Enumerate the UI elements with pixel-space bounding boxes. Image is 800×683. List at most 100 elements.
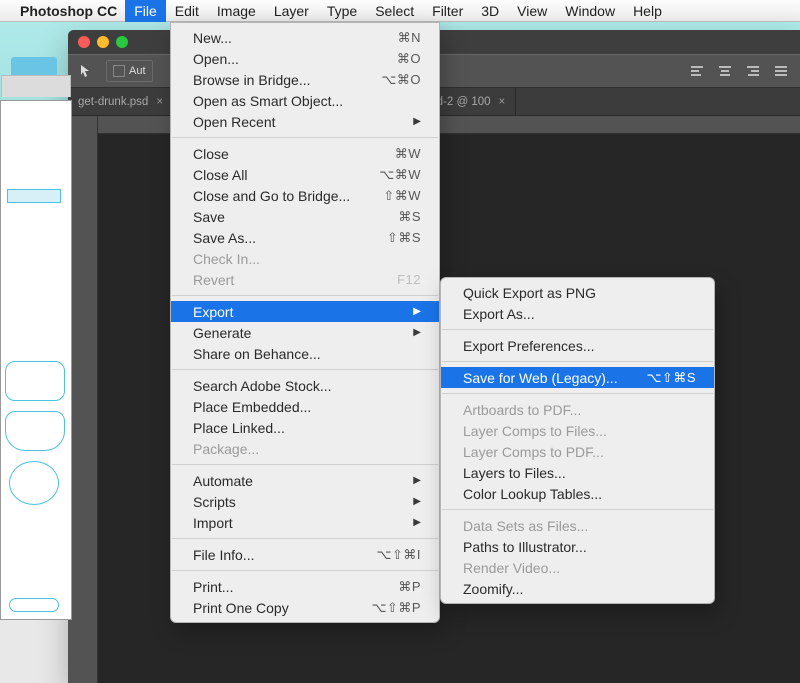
menu-separator — [442, 509, 713, 510]
menu-item-shortcut: ⌥⇧⌘I — [377, 547, 422, 563]
file-menu-item-close[interactable]: Close⌘W — [171, 143, 439, 164]
menu-item-label: Color Lookup Tables... — [463, 486, 602, 502]
file-menu-item-print-one-copy[interactable]: Print One Copy⌥⇧⌘P — [171, 597, 439, 618]
auto-select-checkbox[interactable]: Aut — [106, 60, 153, 82]
menu-item-label: Place Embedded... — [193, 399, 311, 415]
menu-item-shortcut: ⌥⌘W — [379, 167, 421, 183]
file-menu: New...⌘NOpen...⌘OBrowse in Bridge...⌥⌘OO… — [170, 22, 440, 623]
file-menu-item-close-all[interactable]: Close All ⌥⌘W — [171, 164, 439, 185]
document-tab[interactable]: get-drunk.psd × — [68, 88, 174, 116]
menu-item-shortcut: ⌘O — [397, 51, 421, 67]
export-menu-item-export-preferences[interactable]: Export Preferences... — [441, 335, 714, 356]
menu-separator — [172, 369, 438, 370]
menu-item-label: Close and Go to Bridge... — [193, 188, 350, 204]
export-menu-item-layers-to-files[interactable]: Layers to Files... — [441, 462, 714, 483]
file-menu-item-check-in: Check In... — [171, 248, 439, 269]
align-center-icon[interactable] — [716, 62, 734, 80]
vector-shape — [7, 189, 61, 203]
minimize-window-icon[interactable] — [97, 36, 109, 48]
file-menu-item-file-info[interactable]: File Info...⌥⇧⌘I — [171, 544, 439, 565]
menu-item-label: Export As... — [463, 306, 535, 322]
export-menu-item-export-as[interactable]: Export As... — [441, 303, 714, 324]
file-menu-item-search-adobe-stock[interactable]: Search Adobe Stock... — [171, 375, 439, 396]
menubar-item-type[interactable]: Type — [318, 0, 366, 22]
close-tab-icon[interactable]: × — [499, 96, 506, 108]
background-doc-header — [11, 57, 57, 75]
export-menu-item-save-for-web-legacy[interactable]: Save for Web (Legacy)... ⌥⇧⌘S — [441, 367, 714, 388]
export-menu-item-paths-to-illustrator[interactable]: Paths to Illustrator... — [441, 536, 714, 557]
menu-separator — [442, 361, 713, 362]
file-menu-item-new[interactable]: New...⌘N — [171, 27, 439, 48]
menu-item-label: Save As... — [193, 230, 256, 246]
file-menu-item-place-linked[interactable]: Place Linked... — [171, 417, 439, 438]
menu-item-label: Render Video... — [463, 560, 560, 576]
menu-item-label: Data Sets as Files... — [463, 518, 588, 534]
vertical-ruler — [68, 116, 98, 683]
export-menu-item-quick-export-as-png[interactable]: Quick Export as PNG — [441, 282, 714, 303]
file-menu-item-revert: RevertF12 — [171, 269, 439, 290]
menu-item-shortcut: ⇧⌘S — [387, 230, 421, 246]
menu-item-label: Export — [193, 304, 233, 320]
close-tab-icon[interactable]: × — [156, 96, 163, 108]
menu-item-label: Save for Web (Legacy)... — [463, 370, 618, 386]
move-tool-icon[interactable] — [78, 62, 96, 80]
menu-separator — [172, 464, 438, 465]
file-menu-item-scripts[interactable]: Scripts — [171, 491, 439, 512]
menubar-item-filter[interactable]: Filter — [423, 0, 472, 22]
export-menu-item-data-sets-as-files: Data Sets as Files... — [441, 515, 714, 536]
background-doc-tab[interactable] — [1, 75, 71, 97]
app-name[interactable]: Photoshop CC — [20, 3, 117, 19]
menu-item-label: Paths to Illustrator... — [463, 539, 587, 555]
file-menu-item-export[interactable]: Export — [171, 301, 439, 322]
file-menu-item-open-as-smart-object[interactable]: Open as Smart Object... — [171, 90, 439, 111]
file-menu-item-share-on-behance[interactable]: Share on Behance... — [171, 343, 439, 364]
menubar-item-select[interactable]: Select — [366, 0, 423, 22]
vector-shape — [5, 411, 65, 451]
export-menu-item-zoomify[interactable]: Zoomify... — [441, 578, 714, 599]
export-menu-item-layer-comps-to-files: Layer Comps to Files... — [441, 420, 714, 441]
menubar-item-file[interactable]: File — [125, 0, 166, 22]
menu-item-label: Layer Comps to PDF... — [463, 444, 604, 460]
file-menu-item-open[interactable]: Open... ⌘O — [171, 48, 439, 69]
file-menu-item-close-and-go-to-bridge[interactable]: Close and Go to Bridge...⇧⌘W — [171, 185, 439, 206]
align-right-icon[interactable] — [744, 62, 762, 80]
file-menu-item-generate[interactable]: Generate — [171, 322, 439, 343]
menubar-item-window[interactable]: Window — [556, 0, 624, 22]
vector-shape — [9, 598, 59, 612]
distribute-icon[interactable] — [772, 62, 790, 80]
menubar-item-image[interactable]: Image — [208, 0, 265, 22]
file-menu-item-browse-in-bridge[interactable]: Browse in Bridge...⌥⌘O — [171, 69, 439, 90]
file-menu-item-save[interactable]: Save⌘S — [171, 206, 439, 227]
menu-item-label: Print One Copy — [193, 600, 289, 616]
menu-separator — [172, 570, 438, 571]
export-menu-item-color-lookup-tables[interactable]: Color Lookup Tables... — [441, 483, 714, 504]
menubar-item-3d[interactable]: 3D — [472, 0, 508, 22]
menubar-item-view[interactable]: View — [508, 0, 556, 22]
file-menu-item-automate[interactable]: Automate — [171, 470, 439, 491]
export-submenu: Quick Export as PNG Export As... Export Pr… — [440, 277, 715, 604]
align-left-icon[interactable] — [688, 62, 706, 80]
zoom-window-icon[interactable] — [116, 36, 128, 48]
close-window-icon[interactable] — [78, 36, 90, 48]
menu-item-label: Artboards to PDF... — [463, 402, 581, 418]
file-menu-item-print[interactable]: Print...⌘P — [171, 576, 439, 597]
menu-item-label: Share on Behance... — [193, 346, 321, 362]
background-document-window — [0, 100, 72, 620]
menu-item-label: Export Preferences... — [463, 338, 595, 354]
menubar-item-layer[interactable]: Layer — [265, 0, 318, 22]
menu-item-label: Close All — [193, 167, 247, 183]
file-menu-item-open-recent[interactable]: Open Recent — [171, 111, 439, 132]
file-menu-item-import[interactable]: Import — [171, 512, 439, 533]
menu-item-label: Print... — [193, 579, 233, 595]
menu-item-label: Open... — [193, 51, 239, 67]
file-menu-item-place-embedded[interactable]: Place Embedded... — [171, 396, 439, 417]
export-menu-item-layer-comps-to-pdf: Layer Comps to PDF... — [441, 441, 714, 462]
menu-item-label: Quick Export as PNG — [463, 285, 596, 301]
menu-item-label: Open as Smart Object... — [193, 93, 343, 109]
menubar-item-help[interactable]: Help — [624, 0, 671, 22]
menubar-item-edit[interactable]: Edit — [166, 0, 208, 22]
vector-shape — [9, 461, 59, 505]
document-tab-label: get-drunk.psd — [78, 96, 148, 108]
file-menu-item-save-as[interactable]: Save As... ⇧⌘S — [171, 227, 439, 248]
menu-item-shortcut: ⌥⇧⌘S — [646, 370, 696, 386]
